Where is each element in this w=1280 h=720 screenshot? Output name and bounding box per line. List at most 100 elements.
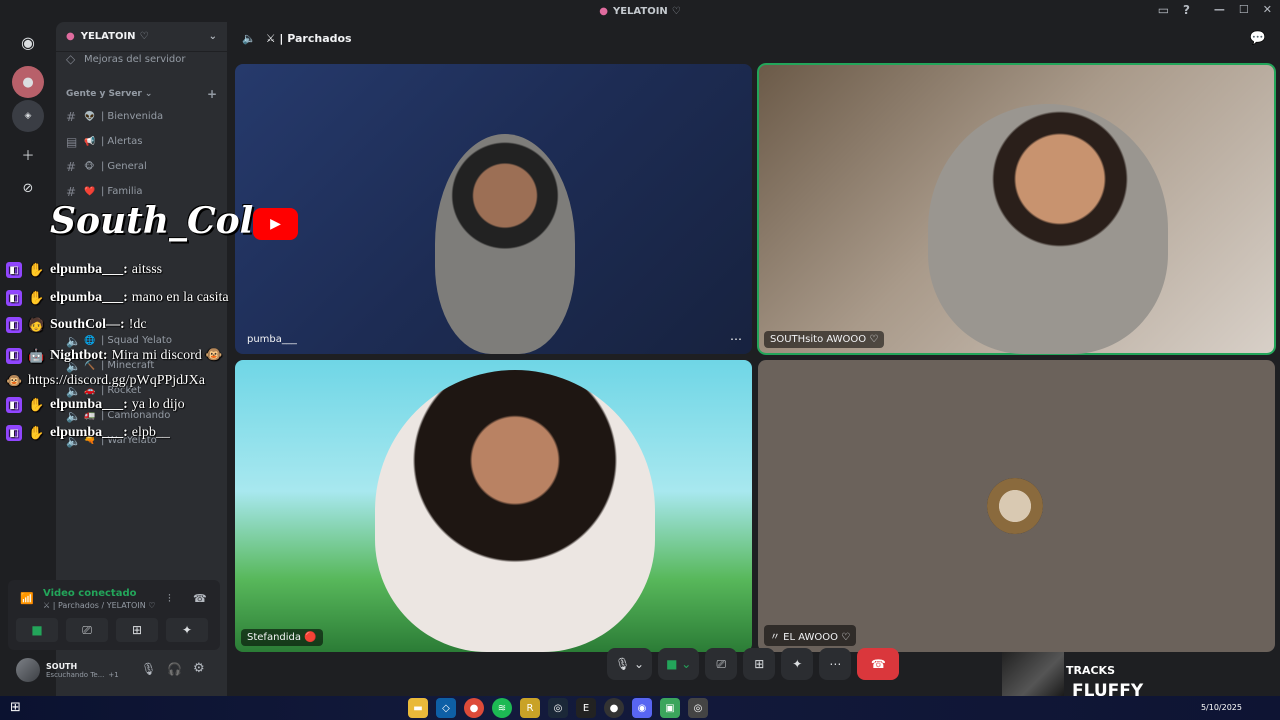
discord-icon[interactable]: ◉ [632,698,652,718]
camera-button[interactable]: ■ [16,618,58,642]
chat-text: https://discord.gg/pWqPPjdJXa [28,373,205,388]
headphones-icon[interactable]: 🎧 [167,662,182,676]
chevron-down-icon: ⌄ [208,31,217,42]
chat-badge: ✋ [28,397,45,412]
chat-badge: 🐵 [6,373,23,388]
epic-games-icon[interactable]: E [576,698,596,718]
chat-message: 🐵 https://discord.gg/pWqPPjdJXa [6,373,205,389]
obs-icon[interactable]: ● [604,698,624,718]
more-button[interactable]: ⋯ [819,648,852,680]
category-label: Gente y Server [66,89,142,99]
signal-icon: 📶 [20,592,34,605]
channel-label: Bienvenida [107,111,164,122]
settings-gear-icon[interactable]: ⚙ [193,661,205,676]
text-channel-icon: # [66,159,77,174]
app-icon[interactable]: ◎ [688,698,708,718]
tile-label: Stefandida 🔴 [241,629,323,646]
tracks-label: TRACKS [1066,664,1116,677]
user-panel: SOUTH Escuchando Te... +1 🎙 🎧 ⚙ [8,652,220,688]
disconnect-icon[interactable]: ☎ [193,592,207,605]
video-tile-stefandida[interactable]: Stefandida 🔴 [235,360,752,652]
activity-button[interactable]: ⊞ [743,648,776,680]
discord-home-icon[interactable]: ◉ [12,26,44,58]
taskbar-date: 5/10/2025 [1200,703,1242,712]
more-options-icon[interactable]: ⋯ [730,332,742,346]
mute-button[interactable]: 🎙 ⌄ [607,648,653,680]
speaker-icon: 🔈 [66,333,81,348]
discover-icon[interactable]: ⊘ [12,172,44,204]
call-controls: 🎙 ⌄ ■ ⌄ ⎚ ⊞ ✦ ⋯ ☎ [607,648,900,680]
boost-icon: ◇ [66,52,76,66]
chat-badge: 🧑 [28,317,45,332]
category-gente-y-server[interactable]: Gente y Server ⌄ + [56,84,227,104]
server-header[interactable]: ● YELATOIN ♡ ⌄ [56,22,227,52]
avatar [987,478,1043,534]
server-boost-label: Mejoras del servidor [84,53,186,65]
chat-message: ◧ ✋ elpumba___: mano en la casita [6,290,229,306]
chat-username: elpumba___: [50,290,128,305]
tile-label: SOUTHsito AWOOO ♡ [764,331,885,348]
app-icon[interactable]: R [520,698,540,718]
close-button[interactable]: ✕ [1263,3,1272,16]
chat-message: ◧ ✋ elpumba___: ya lo dijo [6,397,185,413]
speaker-icon: 🔈 [242,31,256,45]
channel-item[interactable]: # 👽 | Bienvenida [56,104,227,129]
end-call-button[interactable]: ☎ [857,648,900,680]
avatar[interactable] [16,658,40,682]
channel-item[interactable]: # 🐵 | General [56,154,227,179]
screen-share-button[interactable]: ⎚ [66,618,108,642]
minimize-button[interactable]: — [1214,3,1225,16]
inbox-icon[interactable]: ▭ [1158,3,1169,17]
channel-emoji: 📢 [84,136,96,147]
chat-bubble-icon[interactable]: 💬 [1250,31,1266,46]
soundboard-button[interactable]: ✦ [781,648,814,680]
activity-button[interactable]: ⊞ [116,618,158,642]
steam-icon[interactable]: ◎ [548,698,568,718]
chat-text: mano en la casita [131,290,229,305]
chrome-icon[interactable]: ● [464,698,484,718]
video-tile-southsito[interactable]: SOUTHsito AWOOO ♡ [757,63,1276,355]
screen-share-button[interactable]: ⎚ [705,648,738,680]
chat-text: Mira mi discord 🐵 [111,348,223,363]
server-boost-item[interactable]: ◇ Mejoras del servidor [56,52,227,66]
text-channel-icon: ▤ [66,134,78,149]
add-server-icon[interactable]: ＋ [12,138,44,170]
youtube-logo-icon: ▶ [253,208,298,240]
noise-suppression-icon[interactable]: ⫶ [168,592,171,606]
channel-label: Squad Yelato [107,335,172,346]
server-folder-icon[interactable]: ◈ [12,100,44,132]
chat-text: ya lo dijo [131,397,185,412]
server-icon: ● [599,5,608,17]
chat-text: aitsss [131,262,163,277]
help-icon[interactable]: ? [1183,3,1190,17]
stage-header: 🔈 ⚔ | Parchados 💬 [232,26,1280,50]
microphone-icon[interactable]: 🎙 [141,662,156,676]
video-tile-pumba[interactable]: pumba___ ⋯ [235,64,752,354]
activity-count: +1 [108,670,119,679]
heart-icon: ♡ [139,31,149,42]
user-name: SOUTH [46,661,78,671]
spotify-icon[interactable]: ≋ [492,698,512,718]
file-explorer-icon[interactable]: ▬ [408,698,428,718]
participant-video [435,134,575,354]
chat-username: SouthCol—: [50,317,125,332]
chat-username: elpumba___: [50,397,128,412]
maximize-button[interactable]: ☐ [1239,3,1249,16]
channel-item[interactable]: ▤ 📢 | Alertas [56,129,227,154]
chat-username: elpumba___: [50,262,128,277]
chat-badge: 🤖 [28,347,45,363]
app-icon[interactable]: ▣ [660,698,680,718]
video-tile-el-awooo[interactable]: 〃 EL AWOOO ♡ [758,360,1275,652]
windows-start-icon[interactable]: ⊞ [10,700,21,715]
vscode-icon[interactable]: ◇ [436,698,456,718]
chevron-down-icon: ⌄ [144,89,153,99]
add-channel-icon[interactable]: + [207,87,217,101]
soundboard-button[interactable]: ✦ [166,618,208,642]
chat-badge: ✋ [28,262,45,277]
participant-video [928,104,1168,354]
tile-label: 〃 EL AWOOO ♡ [764,625,857,646]
camera-toggle-button[interactable]: ■ ⌄ [658,648,700,680]
server-yelatoin-icon[interactable]: ● [12,66,44,98]
now-playing-widget: TRACKS FLUFFY [1002,652,1280,701]
twitch-icon: ◧ [6,317,22,333]
